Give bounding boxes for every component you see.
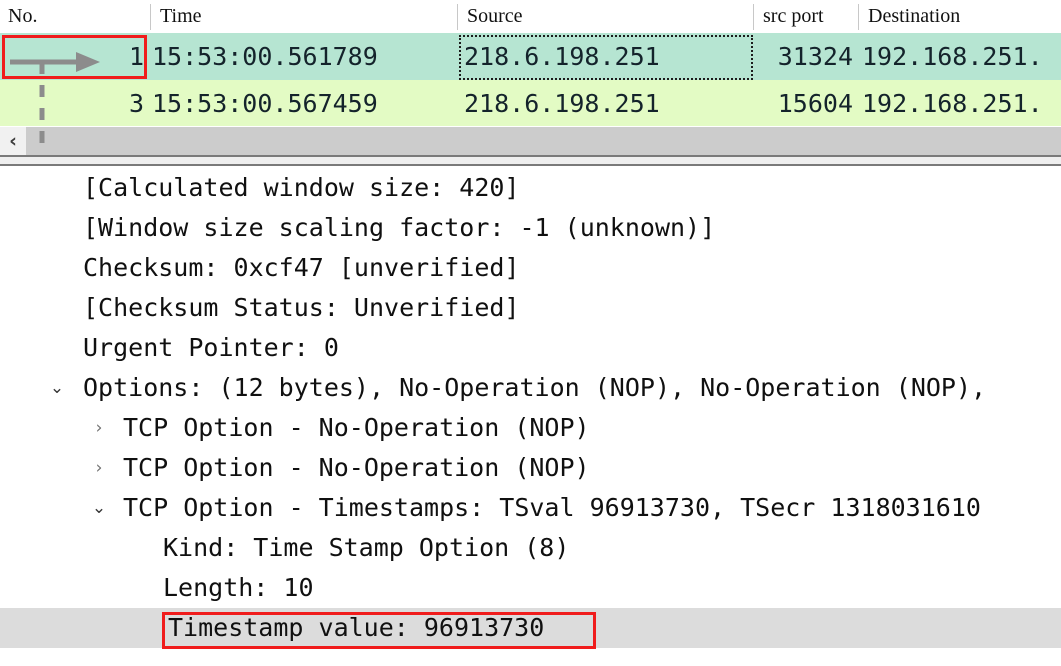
column-divider[interactable] [858,4,859,30]
detail-row-tcp-option-nop[interactable]: › TCP Option - No-Operation (NOP) [0,448,1061,488]
detail-row-label: [Window size scaling factor: -1 (unknown… [83,213,716,242]
cell-source[interactable]: 218.6.198.251 [464,80,753,126]
detail-row[interactable]: [Calculated window size: 420] [0,168,1061,208]
detail-row-label: Length: 10 [163,573,314,602]
detail-row-timestamp-value[interactable]: Timestamp value: 96913730 [0,608,1061,648]
detail-row[interactable]: Checksum: 0xcf47 [unverified] [0,248,1061,288]
pane-divider-shadow [0,157,1061,166]
chevron-right-icon[interactable]: › [88,408,110,448]
cell-destination[interactable]: 192.168.251. [862,33,1061,80]
chevron-down-icon[interactable]: ⌄ [88,488,110,528]
cell-src-port[interactable]: 31324 [755,33,856,80]
detail-row-label: TCP Option - No-Operation (NOP) [123,453,590,482]
cell-no[interactable]: 1 [0,33,148,80]
column-divider[interactable] [457,4,458,30]
cell-time[interactable]: 15:53:00.567459 [152,80,452,126]
detail-row-label: Urgent Pointer: 0 [83,333,339,362]
packet-list-header: No. Time Source src port Destination [0,0,1061,34]
detail-row-label: TCP Option - Timestamps: TSval 96913730,… [123,493,981,522]
detail-row-label: TCP Option - No-Operation (NOP) [123,413,590,442]
packet-details-pane[interactable]: [Calculated window size: 420] [Window si… [0,168,1061,666]
detail-row-length[interactable]: Length: 10 [0,568,1061,608]
cell-time[interactable]: 15:53:00.561789 [152,33,452,80]
detail-row-tcp-option-nop[interactable]: › TCP Option - No-Operation (NOP) [0,408,1061,448]
chevron-down-icon[interactable]: ⌄ [46,368,68,408]
cell-destination[interactable]: 192.168.251. [862,80,1061,126]
cell-no[interactable]: 3 [0,80,148,126]
detail-row[interactable]: Urgent Pointer: 0 [0,328,1061,368]
cell-source[interactable]: 218.6.198.251 [464,33,753,80]
column-header-no[interactable]: No. [0,0,150,33]
column-divider[interactable] [150,4,151,30]
column-header-src-port[interactable]: src port [755,0,858,33]
detail-row-label: Timestamp value: 96913730 [168,613,545,642]
chevron-right-icon[interactable]: › [88,448,110,488]
column-header-destination[interactable]: Destination [860,0,1061,33]
detail-row[interactable]: [Checksum Status: Unverified] [0,288,1061,328]
detail-row-tcp-option-timestamps[interactable]: ⌄ TCP Option - Timestamps: TSval 9691373… [0,488,1061,528]
cell-src-port[interactable]: 15604 [755,80,856,126]
column-header-source[interactable]: Source [459,0,753,33]
detail-row[interactable]: [Window size scaling factor: -1 (unknown… [0,208,1061,248]
detail-row-label: [Checksum Status: Unverified] [83,293,520,322]
table-row[interactable]: 1 15:53:00.561789 218.6.198.251 31324 19… [0,33,1061,80]
detail-row-kind[interactable]: Kind: Time Stamp Option (8) [0,528,1061,568]
detail-row-label: Checksum: 0xcf47 [unverified] [83,253,520,282]
packet-list-horizontal-scrollbar[interactable]: ‹ [0,127,1061,155]
column-header-time[interactable]: Time [152,0,457,33]
detail-row-options[interactable]: ⌄ Options: (12 bytes), No-Operation (NOP… [0,368,1061,408]
chevron-left-icon[interactable]: ‹ [0,127,26,155]
detail-row-label: Kind: Time Stamp Option (8) [163,533,570,562]
column-divider[interactable] [753,4,754,30]
detail-row-label: Options: (12 bytes), No-Operation (NOP),… [83,373,987,402]
detail-row-label: [Calculated window size: 420] [83,173,520,202]
table-row[interactable]: 3 15:53:00.567459 218.6.198.251 15604 19… [0,80,1061,126]
packet-list-pane[interactable]: No. Time Source src port Destination 1 1… [0,0,1061,126]
